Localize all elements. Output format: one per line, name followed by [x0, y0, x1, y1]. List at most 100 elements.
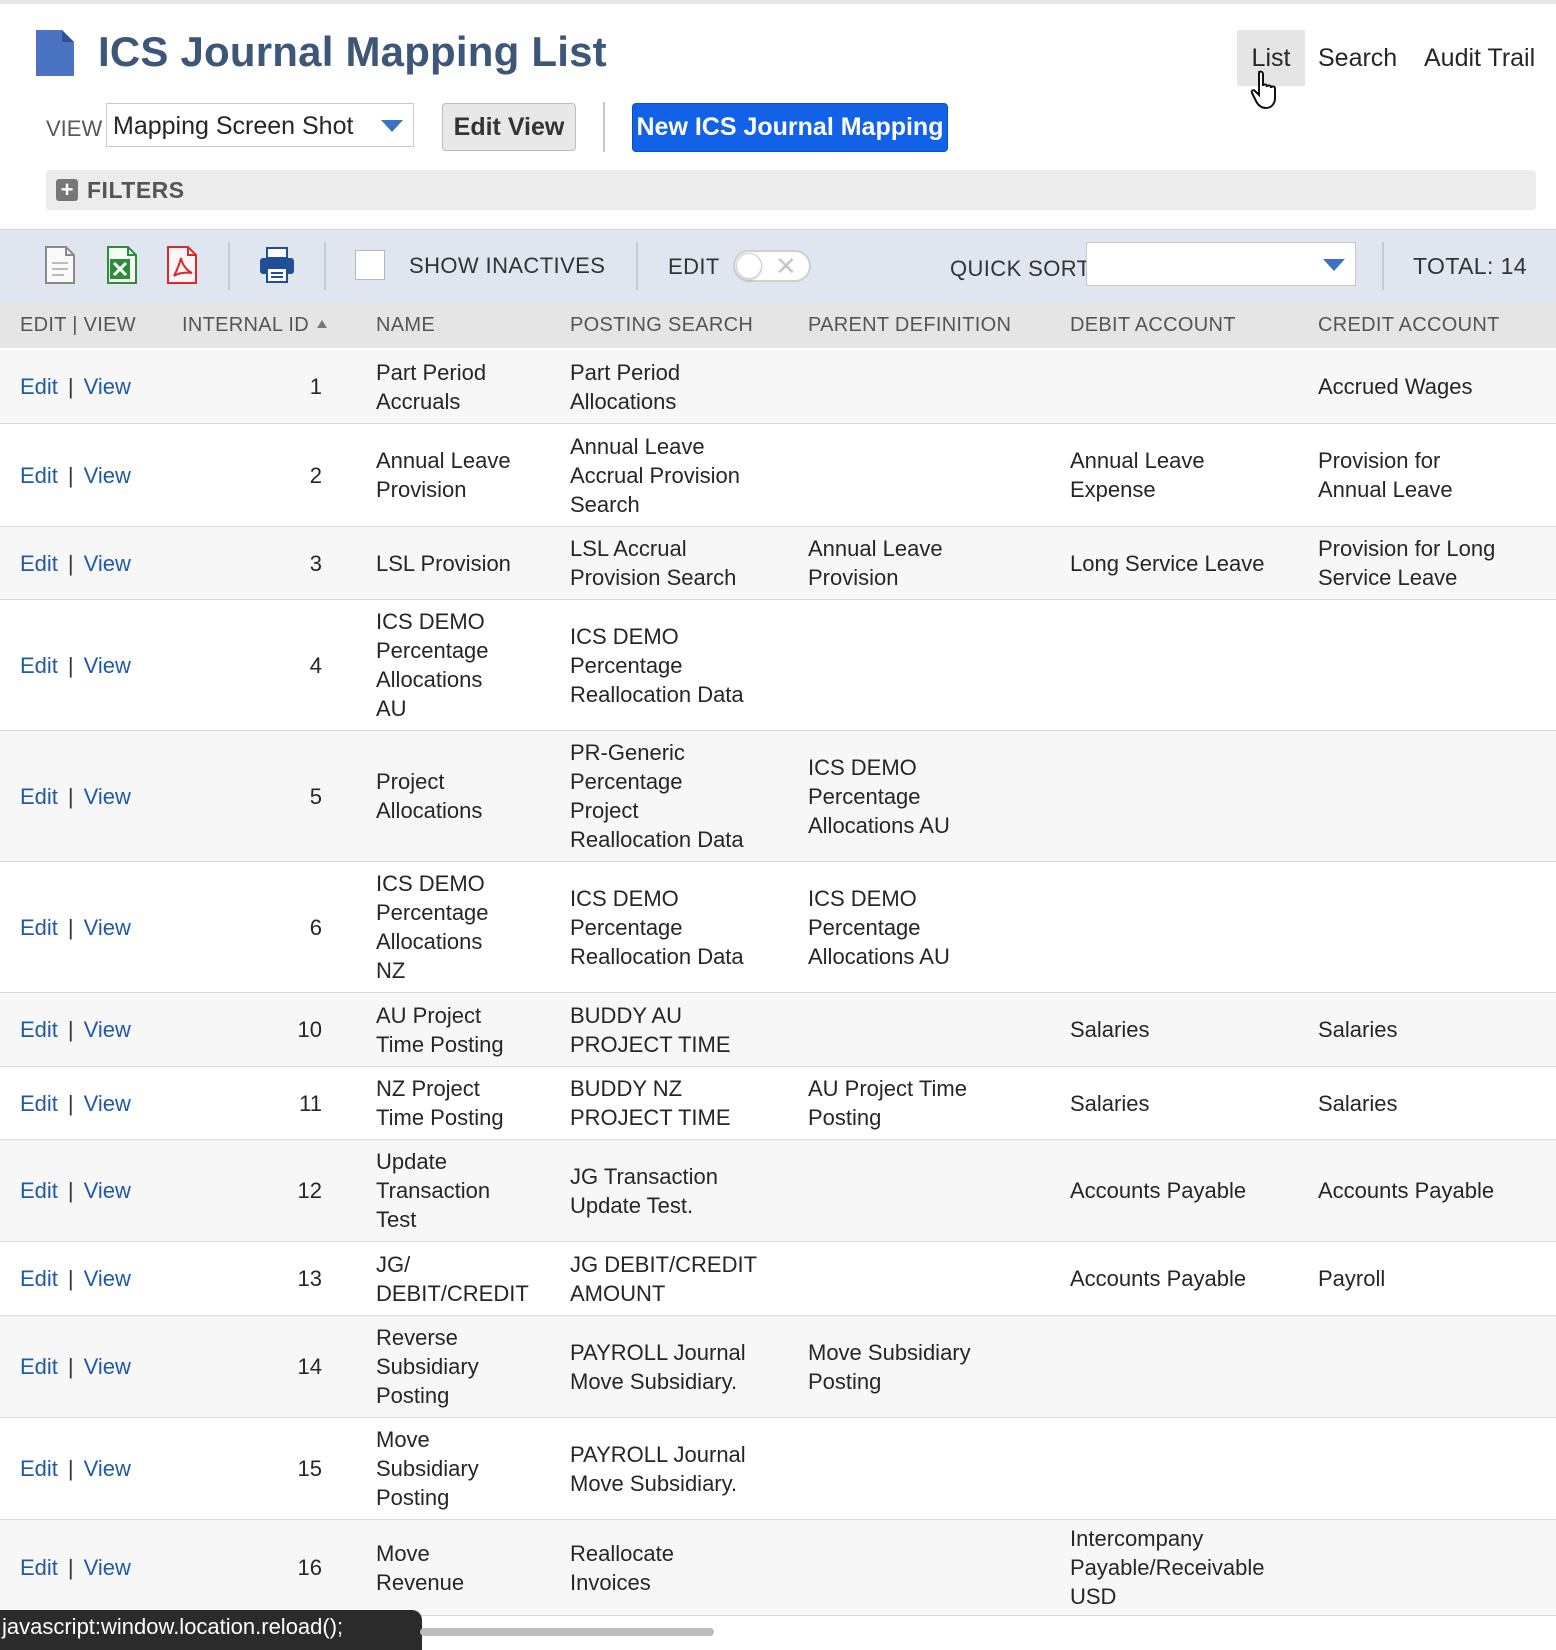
- edit-toggle[interactable]: ✕: [733, 250, 811, 282]
- name-text: Update: [376, 1149, 447, 1174]
- edit-link[interactable]: Edit: [20, 1176, 58, 1205]
- table-row: Edit | View 11 NZ Project Time Posting BUDDY N…: [0, 1067, 1556, 1140]
- edit-link[interactable]: Edit: [20, 1352, 58, 1381]
- parent-definition-text: Allocations AU: [808, 812, 950, 838]
- header-name[interactable]: NAME: [376, 314, 435, 337]
- list-toolbar: SHOW INACTIVES EDIT ✕ QUICK SORT TOTAL: …: [0, 229, 1556, 303]
- export-csv-icon[interactable]: [44, 246, 76, 284]
- posting-search-cell: BUDDY NZ PROJECT TIME: [570, 1067, 790, 1139]
- row-actions: Edit | View: [20, 350, 170, 423]
- view-link[interactable]: View: [84, 651, 131, 680]
- name-text: AU: [376, 696, 407, 721]
- posting-search-text: PAYROLL Journal: [570, 1339, 746, 1365]
- credit-account-text: Annual Leave: [1318, 477, 1453, 502]
- nav-audit-trail[interactable]: Audit Trail: [1424, 30, 1535, 86]
- edit-link[interactable]: Edit: [20, 461, 58, 490]
- edit-link[interactable]: Edit: [20, 549, 58, 578]
- posting-search-text: ICS DEMO: [570, 885, 679, 911]
- posting-search-text: ICS DEMO: [570, 623, 679, 649]
- parent-definition-cell: [808, 424, 1048, 526]
- view-link[interactable]: View: [84, 1454, 131, 1483]
- link-separator: |: [67, 914, 74, 940]
- edit-link[interactable]: Edit: [20, 372, 58, 401]
- header-parent-definition[interactable]: PARENT DEFINITION: [808, 314, 1011, 337]
- view-link[interactable]: View: [84, 1176, 131, 1205]
- posting-search-text: PROJECT TIME: [570, 1031, 731, 1057]
- horizontal-scrollbar[interactable]: [420, 1628, 714, 1636]
- edit-link[interactable]: Edit: [20, 913, 58, 942]
- document-icon: [36, 30, 74, 76]
- edit-link[interactable]: Edit: [20, 651, 58, 680]
- edit-link[interactable]: Edit: [20, 1454, 58, 1483]
- view-link[interactable]: View: [84, 913, 131, 942]
- view-link[interactable]: View: [84, 372, 131, 401]
- toolbar-separator: [1382, 242, 1384, 290]
- name-text: Time Posting: [376, 1105, 504, 1130]
- edit-link[interactable]: Edit: [20, 1015, 58, 1044]
- row-actions: Edit | View: [20, 993, 170, 1066]
- export-excel-icon[interactable]: [106, 246, 138, 284]
- view-link[interactable]: View: [84, 1015, 131, 1044]
- edit-view-button[interactable]: Edit View: [442, 103, 576, 151]
- edit-link[interactable]: Edit: [20, 1264, 58, 1293]
- posting-search-text: Move Subsidiary.: [570, 1470, 738, 1496]
- name-cell: ICS DEMO Percentage Allocations NZ: [376, 862, 546, 992]
- name-cell: AU Project Time Posting: [376, 993, 546, 1066]
- name-cell: Update Transaction Test: [376, 1140, 546, 1241]
- credit-account-cell: Accounts Payable: [1318, 1140, 1548, 1241]
- posting-search-text: LSL Accrual: [570, 536, 687, 561]
- edit-link[interactable]: Edit: [20, 782, 58, 811]
- new-ics-journal-mapping-button[interactable]: New ICS Journal Mapping: [632, 103, 948, 152]
- posting-search-cell: PR-Generic Percentage Project Reallocation …: [570, 731, 790, 861]
- name-cell: Part Period Accruals: [376, 350, 546, 423]
- posting-search-cell: LSL Accrual Provision Search: [570, 527, 790, 599]
- credit-account-cell: Provision for Long Service Leave: [1318, 527, 1548, 599]
- name-text: Subsidiary: [376, 1354, 479, 1379]
- debit-account-text: Salaries: [1070, 1090, 1150, 1116]
- quick-sort-select[interactable]: [1086, 242, 1356, 286]
- show-inactives-checkbox[interactable]: [355, 250, 385, 280]
- print-icon[interactable]: [258, 246, 296, 284]
- credit-account-text: Accounts Payable: [1318, 1178, 1495, 1203]
- nav-search[interactable]: Search: [1318, 30, 1397, 86]
- posting-search-text: BUDDY NZ: [570, 1076, 683, 1101]
- header-debit-account[interactable]: DEBIT ACCOUNT: [1070, 314, 1236, 337]
- internal-id-cell: 1: [309, 374, 322, 399]
- link-separator: |: [67, 1555, 74, 1580]
- view-link[interactable]: View: [84, 1553, 131, 1582]
- view-link[interactable]: View: [84, 782, 131, 811]
- expand-plus-icon[interactable]: +: [56, 179, 78, 201]
- name-text: Subsidiary: [376, 1456, 479, 1481]
- export-pdf-icon[interactable]: [166, 246, 198, 284]
- view-link[interactable]: View: [84, 1089, 131, 1118]
- view-link[interactable]: View: [84, 1352, 131, 1381]
- posting-search-text: PROJECT TIME: [570, 1105, 731, 1130]
- view-link[interactable]: View: [84, 1264, 131, 1293]
- name-text: Accruals: [376, 388, 461, 414]
- close-x-icon: ✕: [775, 251, 797, 281]
- edit-link[interactable]: Edit: [20, 1553, 58, 1582]
- header-posting-search[interactable]: POSTING SEARCH: [570, 314, 753, 337]
- parent-definition-text: Posting: [808, 1368, 882, 1394]
- internal-id-cell: 11: [299, 1090, 322, 1116]
- view-select[interactable]: Mapping Screen Shot: [106, 103, 414, 147]
- header-internal-id[interactable]: INTERNAL ID: [182, 314, 328, 337]
- edit-link[interactable]: Edit: [20, 1089, 58, 1118]
- header-edit-view: EDIT | VIEW: [20, 314, 136, 336]
- view-link[interactable]: View: [84, 549, 131, 578]
- credit-account-cell: [1318, 731, 1548, 861]
- filters-bar[interactable]: + FILTERS: [46, 170, 1536, 210]
- view-link[interactable]: View: [84, 461, 131, 490]
- edit-toggle-label: EDIT: [668, 254, 720, 279]
- link-separator: |: [67, 550, 74, 576]
- parent-definition-text: Percentage: [808, 783, 921, 809]
- row-actions: Edit | View: [20, 1140, 170, 1241]
- posting-search-text: JG Transaction: [570, 1163, 718, 1189]
- posting-search-cell: PAYROLL Journal Move Subsidiary.: [570, 1316, 790, 1417]
- internal-id-cell: 6: [309, 914, 322, 940]
- posting-search-text: Move Subsidiary.: [570, 1368, 738, 1394]
- credit-account-text: Provision for Long: [1318, 536, 1496, 561]
- posting-search-text: BUDDY AU: [570, 1002, 683, 1028]
- name-text: Project: [376, 769, 445, 794]
- header-credit-account[interactable]: CREDIT ACCOUNT: [1318, 314, 1500, 337]
